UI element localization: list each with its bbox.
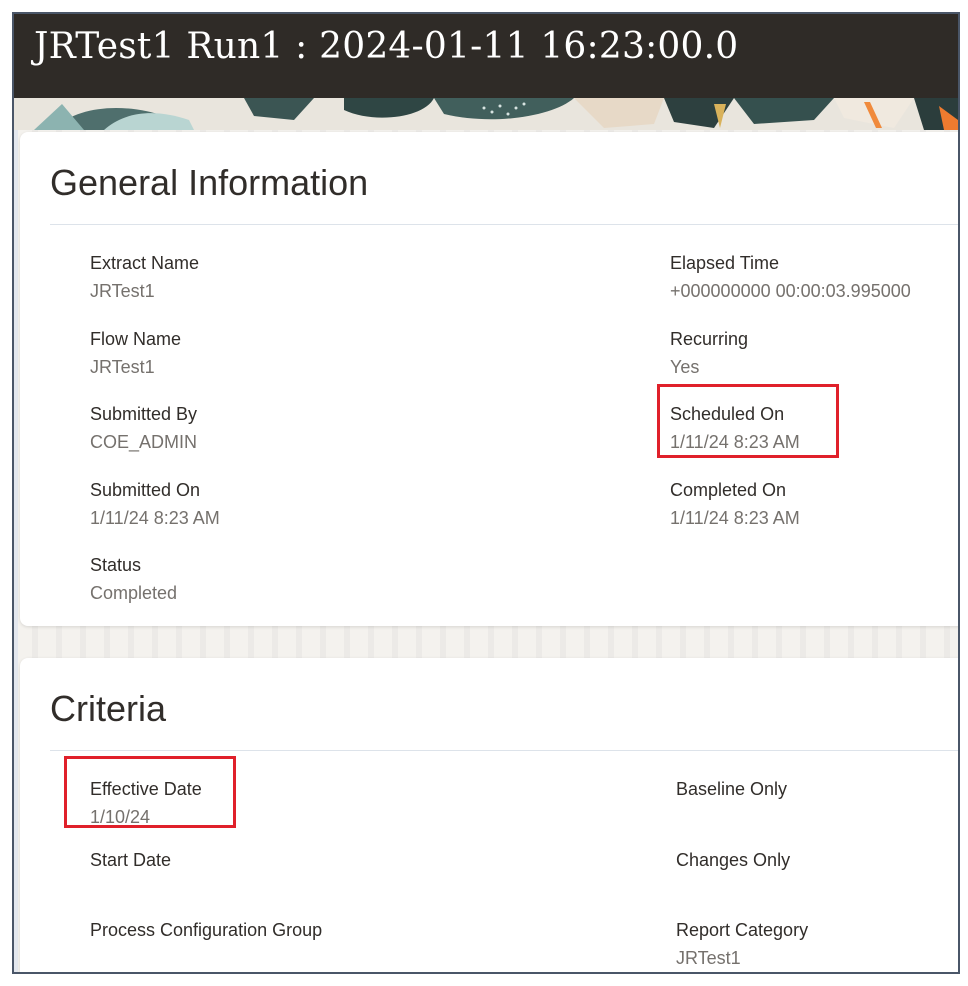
field-label: Completed On (670, 480, 787, 500)
field-recurring: Recurring Yes (670, 328, 748, 378)
field-report-category: Report Category JRTest1 (676, 919, 808, 969)
field-process-configuration-group: Process Configuration Group (90, 919, 322, 947)
field-label: Baseline Only (676, 779, 788, 799)
field-label: Flow Name (90, 329, 182, 349)
field-label: Start Date (90, 850, 172, 870)
left-rail (14, 130, 18, 972)
field-label: Process Configuration Group (90, 920, 323, 940)
field-start-date: Start Date (90, 849, 171, 877)
field-value: 1/11/24 8:23 AM (670, 508, 800, 528)
field-completed-on: Completed On 1/11/24 8:23 AM (670, 479, 800, 529)
field-label: Report Category (676, 920, 809, 940)
field-submitted-on: Submitted On 1/11/24 8:23 AM (90, 479, 220, 529)
page-title: JRTest1 Run1 : 2024-01-11 16:23:00.0 (34, 26, 739, 67)
field-label: Status (90, 555, 142, 575)
criteria-heading: Criteria (50, 688, 167, 729)
field-value: +000000000 00:00:03.995000 (670, 281, 911, 301)
field-submitted-by: Submitted By COE_ADMIN (90, 403, 197, 453)
section-divider (50, 750, 958, 751)
scheduled-on-highlight-box (657, 384, 839, 458)
field-value: JRTest1 (90, 281, 155, 301)
general-information-section: General Information Extract Name JRTest1… (20, 132, 958, 626)
field-value: COE_ADMIN (90, 432, 198, 452)
window-frame: JRTest1 Run1 : 2024-01-11 16:23:00.0 Gen… (12, 12, 960, 974)
field-value: Yes (670, 357, 700, 377)
field-changes-only: Changes Only (676, 849, 790, 877)
field-status: Status Completed (90, 554, 177, 604)
field-extract-name: Extract Name JRTest1 (90, 252, 199, 302)
field-flow-name: Flow Name JRTest1 (90, 328, 181, 378)
page-header: JRTest1 Run1 : 2024-01-11 16:23:00.0 (14, 14, 958, 98)
section-divider (50, 224, 958, 225)
field-label: Submitted On (90, 480, 201, 500)
field-value: JRTest1 (676, 948, 741, 968)
field-value: JRTest1 (90, 357, 155, 377)
effective-date-highlight-box (64, 756, 236, 828)
field-value: Completed (90, 583, 178, 603)
banner-illustration (14, 98, 958, 130)
field-label: Extract Name (90, 253, 200, 273)
criteria-section: Criteria Effective Date 1/10/24 Baseline… (20, 658, 958, 972)
field-label: Submitted By (90, 404, 198, 424)
general-information-heading: General Information (50, 162, 369, 203)
decorative-banner (14, 98, 958, 130)
field-label: Elapsed Time (670, 253, 780, 273)
field-label: Changes Only (676, 850, 791, 870)
field-label: Recurring (670, 329, 749, 349)
field-elapsed-time: Elapsed Time +000000000 00:00:03.995000 (670, 252, 911, 302)
field-baseline-only: Baseline Only (676, 778, 787, 806)
field-value: 1/11/24 8:23 AM (90, 508, 220, 528)
